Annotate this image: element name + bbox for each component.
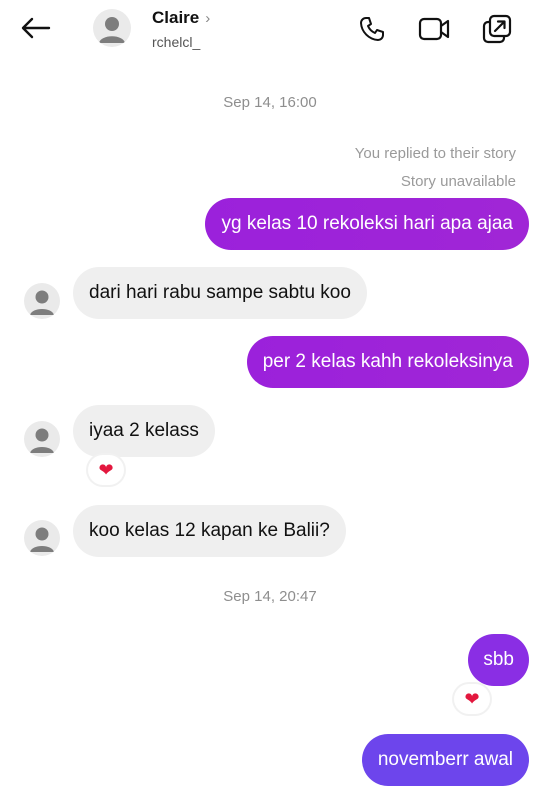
chevron-right-icon: ›	[205, 9, 211, 27]
default-avatar-icon	[30, 527, 54, 552]
outgoing-message[interactable]: yg kelas 10 rekoleksi hari apa ajaa	[205, 198, 529, 250]
back-button[interactable]	[18, 10, 54, 46]
message-text: dari hari rabu sampe sabtu koo	[89, 282, 351, 303]
default-avatar-icon	[30, 428, 54, 453]
heart-icon: ❤	[98, 459, 114, 480]
heart-reaction[interactable]: ❤	[454, 684, 490, 714]
back-arrow-icon	[21, 17, 51, 39]
incoming-message[interactable]: iyaa 2 kelass	[73, 405, 215, 457]
outgoing-message[interactable]: sbb	[468, 634, 529, 686]
video-icon	[418, 17, 450, 41]
default-avatar-icon	[30, 290, 54, 315]
default-avatar-icon	[99, 17, 125, 43]
message-text: per 2 kelas kahh rekoleksinya	[262, 351, 513, 372]
share-window-icon	[482, 14, 512, 44]
outgoing-message[interactable]: per 2 kelas kahh rekoleksinya	[246, 336, 529, 388]
story-unavailable-note: Story unavailable	[400, 173, 516, 190]
video-call-button[interactable]	[417, 12, 451, 46]
timestamp: Sep 14, 20:47	[223, 588, 317, 605]
contact-name-row[interactable]: Claire ›	[152, 8, 210, 28]
sender-avatar[interactable]	[24, 421, 60, 457]
sender-avatar[interactable]	[24, 520, 60, 556]
message-text: yg kelas 10 rekoleksi hari apa ajaa	[221, 213, 513, 234]
open-window-button[interactable]	[480, 12, 514, 46]
message-text: sbb	[483, 649, 514, 670]
message-text: iyaa 2 kelass	[89, 420, 199, 441]
contact-name: Claire	[152, 8, 200, 27]
phone-icon	[360, 17, 384, 41]
heart-icon: ❤	[464, 688, 480, 709]
message-text: koo kelas 12 kapan ke Balii?	[89, 520, 330, 541]
timestamp: Sep 14, 16:00	[223, 94, 317, 111]
sender-avatar[interactable]	[24, 283, 60, 319]
contact-handle: rchelcl_	[152, 34, 201, 50]
incoming-message[interactable]: dari hari rabu sampe sabtu koo	[73, 267, 367, 319]
story-reply-note: You replied to their story	[354, 145, 516, 162]
message-text: novemberr awal	[377, 749, 513, 770]
voice-call-button[interactable]	[355, 12, 389, 46]
avatar[interactable]	[93, 9, 131, 47]
outgoing-message[interactable]: novemberr awal	[361, 734, 529, 786]
incoming-message[interactable]: koo kelas 12 kapan ke Balii?	[73, 505, 346, 557]
heart-reaction[interactable]: ❤	[88, 455, 124, 485]
chat-header: Claire › rchelcl_	[0, 0, 540, 60]
